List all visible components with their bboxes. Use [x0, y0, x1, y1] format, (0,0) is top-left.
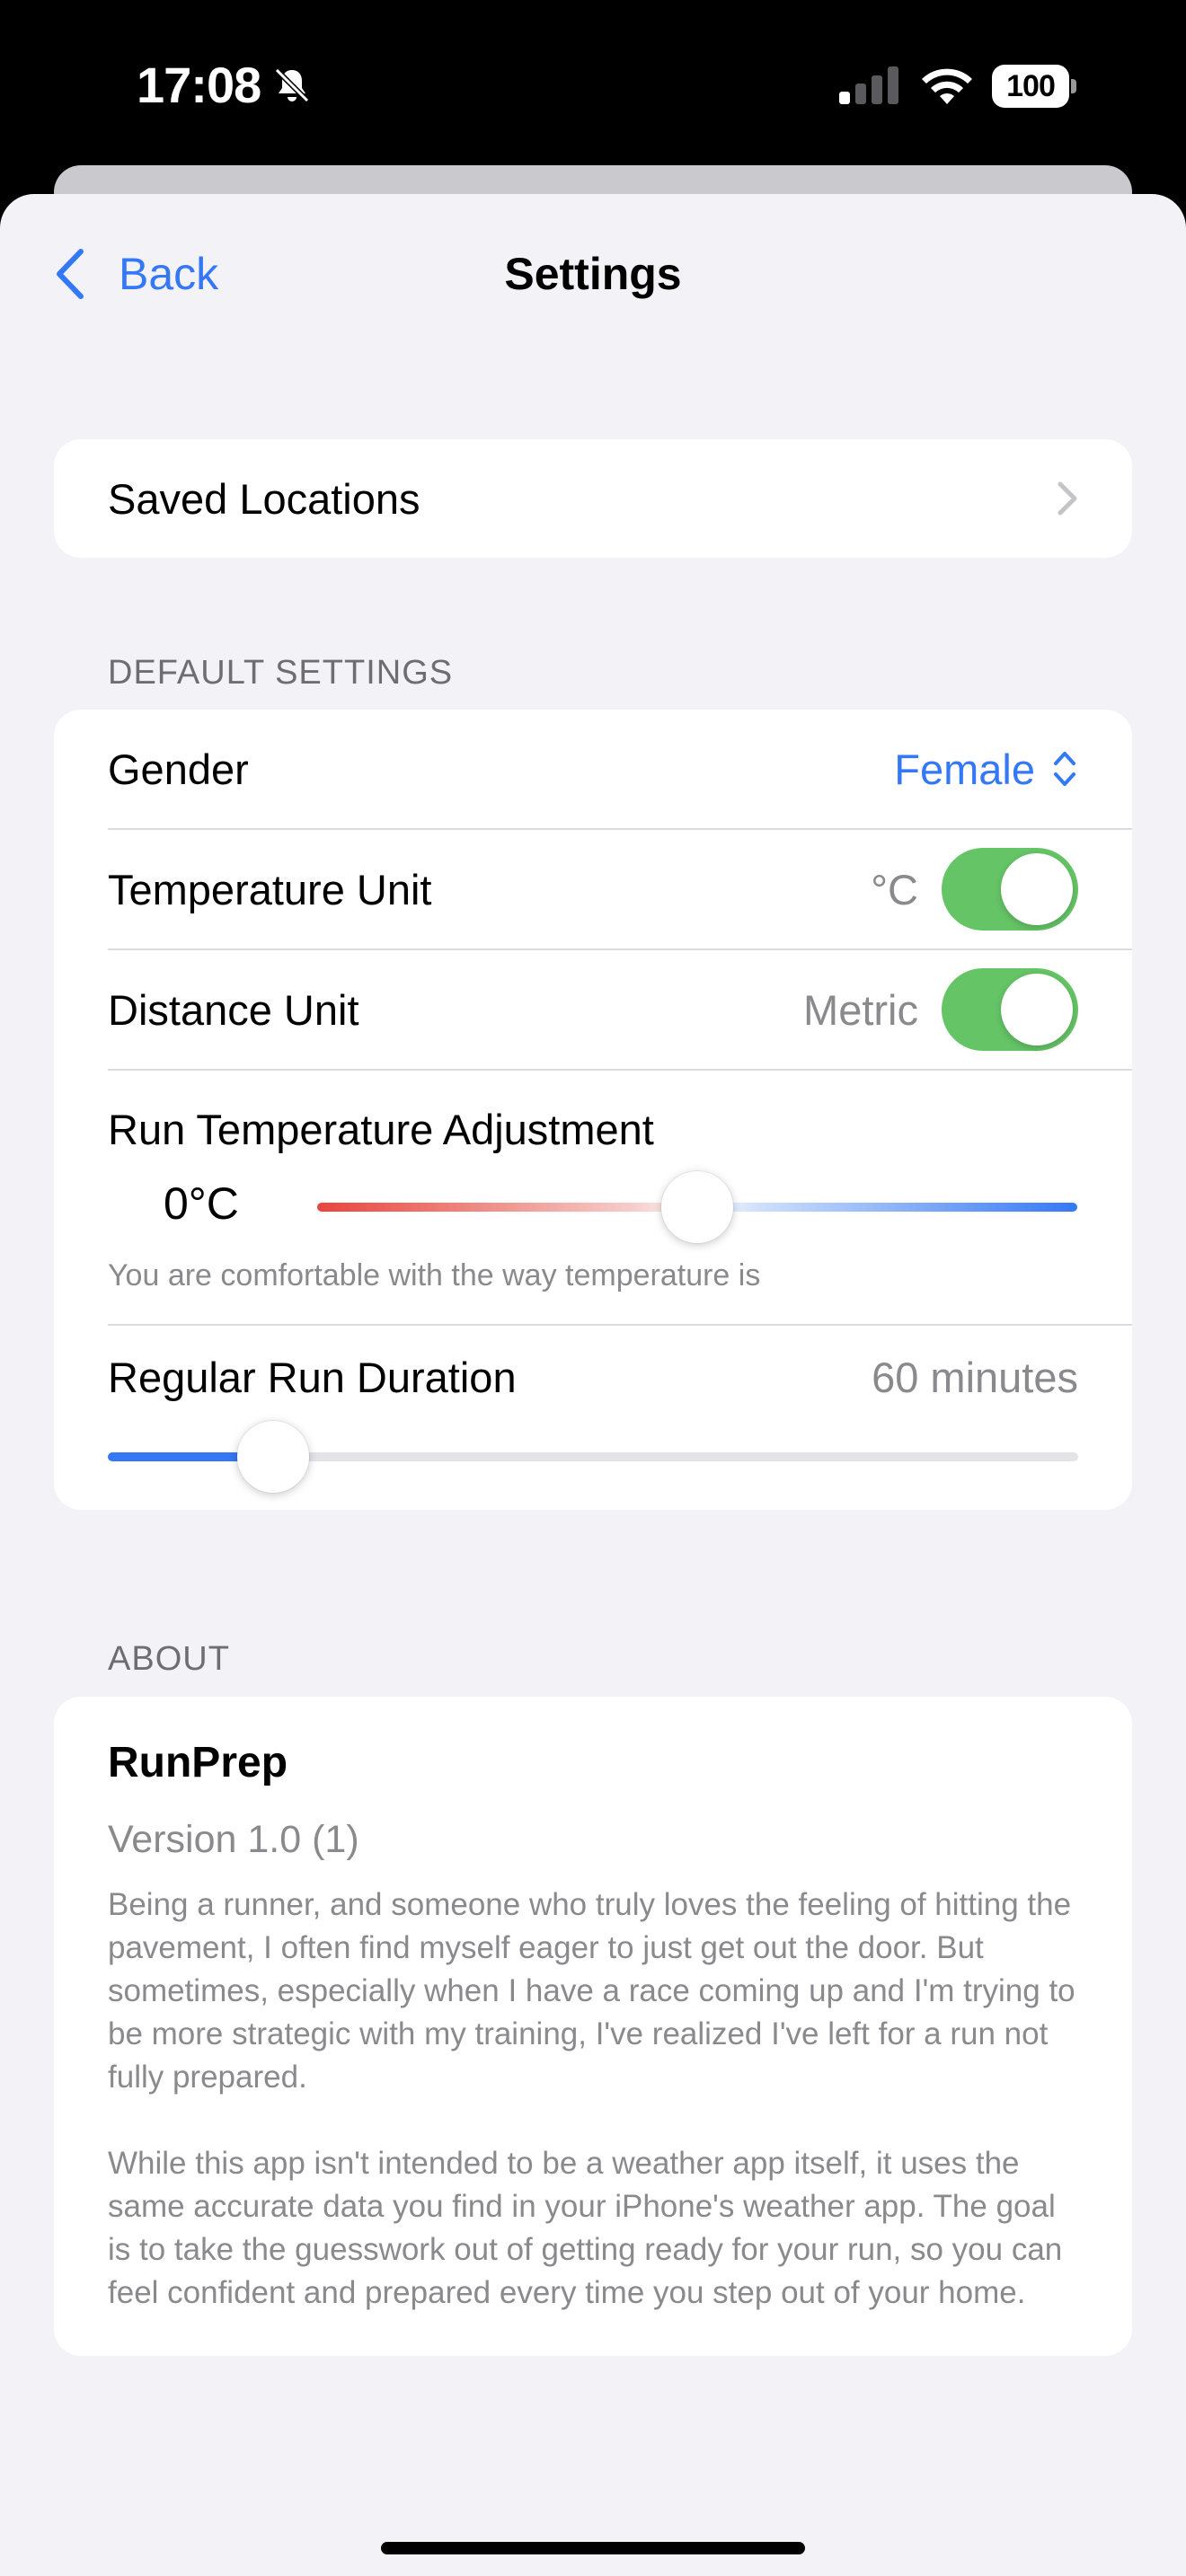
run-temperature-adjustment: Run Temperature Adjustment 0°C You are c… [54, 1071, 1132, 1324]
toggle-knob [1001, 974, 1073, 1045]
temperature-unit-row: Temperature Unit °C [54, 830, 1132, 948]
distance-unit-value: Metric [803, 985, 918, 1034]
distance-unit-toggle[interactable] [942, 968, 1078, 1051]
cellular-signal-icon [839, 66, 898, 104]
battery-level: 100 [992, 65, 1069, 108]
temperature-unit-label: Temperature Unit [108, 865, 432, 913]
bell-slash-icon [274, 67, 310, 103]
gender-picker[interactable]: Female [894, 745, 1078, 794]
run-duration-value: 60 minutes [872, 1354, 1078, 1401]
saved-locations-label: Saved Locations [108, 474, 420, 523]
run-temperature-value: 0°C [164, 1178, 239, 1229]
about-paragraph-2: While this app isn't intended to be a we… [108, 2146, 1063, 2310]
gender-row: Gender Female [54, 710, 1132, 828]
about-paragraph-1: Being a runner, and someone who truly lo… [108, 1887, 1075, 2095]
status-time: 17:08 [137, 57, 261, 113]
battery-icon: 100 [992, 65, 1076, 108]
status-bar: 17:08 100 [0, 0, 1186, 171]
chevron-up-down-icon [1054, 752, 1075, 786]
page-title: Settings [504, 249, 682, 299]
chevron-right-icon [1058, 481, 1077, 516]
app-version: Version 1.0 (1) [108, 1818, 359, 1861]
regular-run-duration: Regular Run Duration 60 minutes [54, 1326, 1132, 1510]
run-temperature-slider-thumb[interactable] [661, 1171, 733, 1243]
gender-value: Female [894, 745, 1035, 793]
screen: 17:08 100 Back Settings Saved Locations … [0, 0, 1186, 2576]
toggle-knob [1001, 853, 1073, 925]
default-settings-header: DEFAULT SETTINGS [108, 654, 454, 692]
home-indicator[interactable] [381, 2542, 805, 2554]
run-duration-label: Regular Run Duration [108, 1354, 517, 1401]
settings-sheet: Back Settings Saved Locations DEFAULT SE… [0, 194, 1186, 2576]
about-card: RunPrep Version 1.0 (1) Being a runner, … [54, 1697, 1132, 2356]
about-header: ABOUT [108, 1640, 230, 1678]
wifi-icon [922, 68, 972, 104]
default-settings-card: Gender Female Temperature Unit °C Distan… [54, 710, 1132, 1510]
run-duration-slider-thumb[interactable] [236, 1421, 309, 1493]
gender-label: Gender [108, 745, 249, 793]
app-name: RunPrep [108, 1739, 288, 1786]
saved-locations-card: Saved Locations [54, 439, 1132, 558]
distance-unit-row: Distance Unit Metric [54, 950, 1132, 1069]
temperature-unit-toggle[interactable] [942, 848, 1078, 931]
run-temperature-caption: You are comfortable with the way tempera… [108, 1258, 761, 1292]
temperature-unit-value: °C [871, 865, 918, 913]
distance-unit-label: Distance Unit [108, 985, 359, 1034]
saved-locations-row[interactable]: Saved Locations [54, 439, 1132, 558]
run-temperature-label: Run Temperature Adjustment [108, 1106, 654, 1153]
